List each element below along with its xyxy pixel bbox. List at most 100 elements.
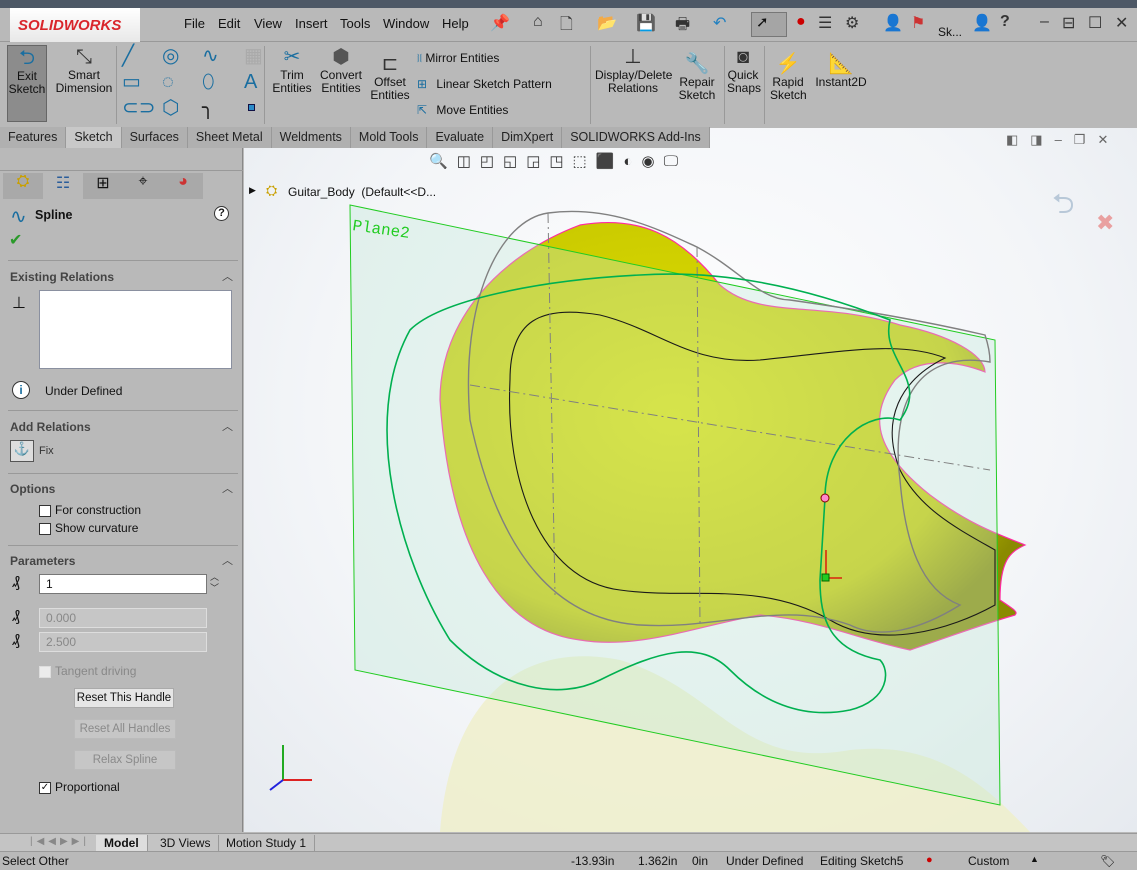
- dimxpert-manager-tab-icon[interactable]: ⌖: [123, 173, 163, 199]
- home-icon[interactable]: ⌂: [533, 13, 543, 31]
- minimize-icon[interactable]: –: [1040, 13, 1049, 31]
- plane-icon[interactable]: ▦: [244, 44, 263, 68]
- collapse-caret-icon[interactable]: ︿: [222, 418, 233, 434]
- quick-snaps-button[interactable]: ◙ Quick Snaps: [727, 45, 761, 95]
- tab-features[interactable]: Features: [0, 127, 67, 148]
- options-gear-icon[interactable]: ⚙: [845, 13, 859, 33]
- select-button[interactable]: ➚: [751, 12, 787, 37]
- tab-motion-study-1[interactable]: Motion Study 1: [218, 835, 316, 851]
- divider: [116, 46, 117, 124]
- linear-sketch-pattern-button[interactable]: ⊞ Linear Sketch Pattern: [417, 77, 552, 91]
- new-document-icon[interactable]: 🗋: [560, 13, 573, 40]
- tab-sheet-metal[interactable]: Sheet Metal: [188, 127, 272, 148]
- close-icon[interactable]: ✕: [1115, 13, 1128, 33]
- text-icon[interactable]: A: [244, 70, 257, 94]
- ellipse-icon[interactable]: ⬯: [202, 70, 215, 94]
- menu-window[interactable]: Window: [383, 16, 429, 31]
- slot-icon[interactable]: ⊂⊃: [122, 96, 156, 120]
- fix-relation-button[interactable]: ⚓: [10, 440, 34, 462]
- tab-addins[interactable]: SOLIDWORKS Add-Ins: [562, 127, 710, 148]
- tab-mold-tools[interactable]: Mold Tools: [351, 127, 428, 148]
- ok-checkmark-icon[interactable]: ✔: [9, 230, 22, 250]
- collapse-caret-icon[interactable]: ︿: [222, 268, 233, 284]
- selected-spline-point[interactable]: [820, 493, 830, 503]
- menu-insert[interactable]: Insert: [295, 16, 328, 31]
- spline-icon[interactable]: ∿: [202, 44, 219, 68]
- units-selector[interactable]: Custom: [968, 854, 1009, 868]
- checkbox-box[interactable]: [39, 504, 51, 517]
- arc-icon[interactable]: ◌: [162, 70, 174, 94]
- point-icon[interactable]: [248, 104, 255, 111]
- tooltip-toggle-icon[interactable]: 🏷: [1100, 854, 1115, 868]
- move-entities-button[interactable]: ⇱ Move Entities: [417, 103, 508, 117]
- spinner-arrows[interactable]: ︿ ﹀: [210, 572, 219, 594]
- polygon-icon[interactable]: ⬡: [162, 96, 179, 120]
- instant2d-button[interactable]: 📐 Instant2D: [813, 52, 869, 89]
- tab-weldments[interactable]: Weldments: [272, 127, 351, 148]
- proportional-checkbox[interactable]: ✓ Proportional: [39, 780, 120, 794]
- file-properties-icon[interactable]: ☰: [818, 13, 832, 33]
- graphics-viewport[interactable]: 🔍◫◰◱◲◳⬚⬛◐◉🖵 ◧◨–❐✕ ▶ ⛭ Guitar_Body (Defau…: [244, 128, 1137, 832]
- restore-icon[interactable]: ⊟: [1062, 13, 1075, 33]
- line-icon[interactable]: ╱: [122, 44, 134, 68]
- mirror-entities-button[interactable]: ⧘⧙ Mirror Entities: [417, 51, 499, 66]
- tangent-radial-direction-input[interactable]: 2.500: [39, 632, 207, 652]
- reset-this-handle-button[interactable]: Reset This Handle: [74, 688, 174, 708]
- relax-spline-button[interactable]: Relax Spline: [74, 750, 176, 770]
- save-icon[interactable]: 💾: [636, 13, 656, 33]
- rectangle-icon[interactable]: ▭: [122, 70, 141, 94]
- flag-document-icon[interactable]: ⚑: [911, 13, 925, 33]
- reset-all-handles-button[interactable]: Reset All Handles: [74, 719, 176, 739]
- collapse-caret-icon[interactable]: ︿: [222, 480, 233, 496]
- account-icon[interactable]: 👤: [972, 13, 992, 33]
- tangent-weight-input[interactable]: 0.000: [39, 608, 207, 628]
- model-graphics[interactable]: Plane2: [244, 128, 1137, 832]
- tangent-driving-checkbox[interactable]: Tangent driving: [39, 664, 136, 678]
- property-manager-tab-icon[interactable]: ☷: [43, 173, 83, 200]
- help-icon[interactable]: ?: [1000, 13, 1010, 31]
- menu-edit[interactable]: Edit: [218, 16, 240, 31]
- show-curvature-checkbox[interactable]: Show curvature: [39, 521, 138, 535]
- convert-entities-button[interactable]: ⬢ Convert Entities: [318, 45, 364, 95]
- tab-dimxpert[interactable]: DimXpert: [493, 127, 563, 148]
- menu-view[interactable]: View: [254, 16, 282, 31]
- maximize-icon[interactable]: ☐: [1088, 13, 1102, 33]
- checkbox-box[interactable]: [39, 665, 51, 678]
- rebuild-traffic-light-icon[interactable]: ●: [796, 13, 806, 31]
- circle-icon[interactable]: ◎: [162, 44, 179, 68]
- repair-sketch-button[interactable]: 🔧 Repair Sketch: [676, 52, 718, 102]
- for-construction-checkbox[interactable]: For construction: [39, 503, 141, 517]
- tab-surfaces[interactable]: Surfaces: [122, 127, 188, 148]
- display-manager-tab-icon[interactable]: ◕: [163, 173, 203, 199]
- smart-dimension-button[interactable]: ⤡ Smart Dimension: [55, 45, 113, 95]
- spline-point-number-input[interactable]: 1: [39, 574, 207, 594]
- user-share-icon[interactable]: 👤: [883, 13, 903, 33]
- checkbox-checked[interactable]: ✓: [39, 781, 51, 794]
- units-caret-icon[interactable]: ▲: [1030, 854, 1039, 864]
- menu-tools[interactable]: Tools: [340, 16, 370, 31]
- existing-relations-list[interactable]: [39, 290, 232, 369]
- display-delete-relations-button[interactable]: ⊥ Display/Delete Relations: [595, 45, 672, 95]
- tab-3d-views[interactable]: 3D Views: [152, 835, 220, 851]
- undo-icon[interactable]: ↶: [713, 13, 726, 33]
- fillet-icon[interactable]: ╮: [202, 96, 214, 120]
- rapid-sketch-button[interactable]: ⚡ Rapid Sketch: [770, 52, 807, 102]
- configuration-manager-tab-icon[interactable]: ⊞: [83, 173, 123, 199]
- menu-file[interactable]: File: [184, 16, 205, 31]
- print-icon[interactable]: 🖶: [675, 13, 690, 40]
- menu-help[interactable]: Help: [442, 16, 469, 31]
- tab-model[interactable]: Model: [96, 835, 148, 851]
- offset-entities-button[interactable]: ⊏ Offset Entities: [368, 52, 412, 102]
- exit-sketch-button[interactable]: ⮌ Exit Sketch: [7, 45, 47, 122]
- tab-evaluate[interactable]: Evaluate: [427, 127, 494, 148]
- feature-manager-tab-icon[interactable]: ⛭: [3, 173, 43, 199]
- pin-icon[interactable]: 📌: [490, 13, 510, 33]
- rebuild-status-icon[interactable]: ●: [926, 854, 933, 866]
- tab-sketch[interactable]: Sketch: [66, 127, 122, 148]
- open-icon[interactable]: 📂: [597, 13, 617, 33]
- trim-entities-button[interactable]: ✂ Trim Entities: [270, 45, 314, 95]
- checkbox-box[interactable]: [39, 522, 51, 535]
- tab-scroll-arrows[interactable]: |◀◀▶▶|: [30, 836, 90, 847]
- collapse-caret-icon[interactable]: ︿: [222, 552, 233, 568]
- help-icon[interactable]: ?: [214, 206, 229, 221]
